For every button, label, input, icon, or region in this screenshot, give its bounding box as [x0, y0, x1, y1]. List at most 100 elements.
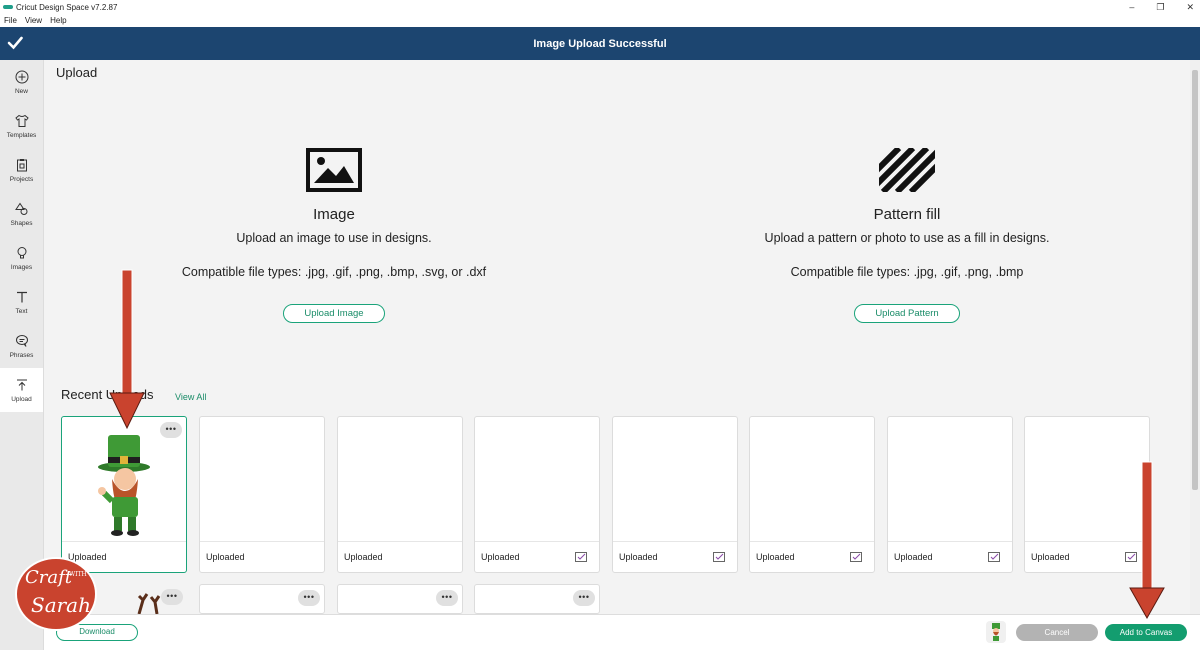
sidebar-item-templates[interactable]: Templates [0, 104, 43, 148]
tile-thumbnail [338, 417, 462, 542]
add-to-canvas-button[interactable]: Add to Canvas [1105, 624, 1187, 641]
tile-thumbnail [613, 417, 737, 542]
tile-label: Uploaded [344, 552, 383, 562]
upload-tile[interactable]: ••• [337, 584, 463, 614]
checkbox-icon[interactable] [575, 552, 587, 562]
maximize-button[interactable]: ❐ [1156, 0, 1164, 14]
sidebar-item-text[interactable]: Text [0, 280, 43, 324]
image-card-description: Upload an image to use in designs. [236, 231, 432, 245]
view-all-link[interactable]: View All [175, 392, 206, 402]
upload-tile[interactable]: ••• Uploaded [61, 416, 187, 573]
craft-with-sarah-logo: Craft WITH Sarah [15, 557, 97, 631]
checkmark-icon[interactable] [6, 34, 24, 52]
tile-label: Uploaded [894, 552, 933, 562]
recent-uploads-heading: Recent Uploads [61, 387, 154, 402]
tile-thumbnail [1025, 417, 1149, 542]
sidebar-item-label: Images [10, 263, 33, 271]
checkbox-icon[interactable] [713, 552, 725, 562]
logo-with: WITH [69, 571, 87, 578]
upload-tile[interactable]: ••• [199, 584, 325, 614]
upload-tile[interactable]: Uploaded [887, 416, 1013, 573]
menu-view[interactable]: View [25, 16, 42, 25]
tile-label: Uploaded [206, 552, 245, 562]
tile-menu-button[interactable]: ••• [160, 422, 182, 438]
text-icon [16, 291, 27, 302]
window-title: Cricut Design Space v7.2.87 [16, 2, 118, 12]
menu-bar: File View Help [0, 14, 1200, 27]
speech-bubble-icon [15, 334, 28, 347]
page-title: Upload [56, 65, 98, 80]
sidebar-item-new[interactable]: New [0, 60, 43, 104]
app-icon [3, 5, 13, 9]
bottom-action-bar: Download Cancel Add to Canvas [44, 614, 1200, 650]
sidebar-item-phrases[interactable]: Phrases [0, 324, 43, 368]
window-controls: – ❐ ✕ [1129, 0, 1194, 14]
upload-tile[interactable]: Uploaded [749, 416, 875, 573]
image-icon [306, 148, 362, 192]
tile-thumbnail [888, 417, 1012, 542]
tile-label: Uploaded [481, 552, 520, 562]
tile-thumbnail [200, 417, 324, 542]
upload-tile[interactable]: Uploaded [199, 416, 325, 573]
menu-file[interactable]: File [4, 16, 17, 25]
pattern-stripes-icon [879, 148, 935, 192]
scrollbar-thumb[interactable] [1192, 70, 1198, 490]
tile-label: Uploaded [1031, 552, 1070, 562]
pattern-card-file-types: Compatible file types: .jpg, .gif, .png,… [790, 265, 1024, 279]
upload-image-button[interactable]: Upload Image [283, 304, 385, 323]
tile-menu-button[interactable]: ••• [161, 589, 183, 605]
sidebar-item-projects[interactable]: Projects [0, 148, 43, 192]
upload-pattern-button[interactable]: Upload Pattern [854, 304, 960, 323]
tile-thumbnail [750, 417, 874, 542]
sidebar-item-label: Upload [11, 395, 32, 403]
selected-image-preview [986, 621, 1006, 643]
sidebar-item-label: New [14, 87, 28, 95]
sidebar-item-label: Text [15, 307, 28, 315]
upload-tile[interactable]: Uploaded [612, 416, 738, 573]
checkbox-icon[interactable] [988, 552, 1000, 562]
tile-menu-button[interactable]: ••• [436, 590, 458, 606]
sidebar-item-upload[interactable]: Upload [0, 368, 43, 412]
logo-line2: Sarah [31, 593, 91, 617]
close-window-button[interactable]: ✕ [1186, 0, 1194, 14]
pattern-upload-card: Pattern fill Upload a pattern or photo t… [627, 148, 1187, 323]
sidebar-item-shapes[interactable]: Shapes [0, 192, 43, 236]
shapes-icon [14, 202, 27, 215]
menu-help[interactable]: Help [50, 16, 66, 25]
upload-panel: Upload Image Upload an image to use in d… [44, 60, 1190, 614]
lightbulb-icon [17, 246, 26, 258]
banner-title: Image Upload Successful [533, 37, 667, 50]
cancel-button[interactable]: Cancel [1016, 624, 1098, 641]
tile-label: Uploaded [619, 552, 658, 562]
tile-thumbnail [475, 417, 599, 542]
vertical-scrollbar[interactable] [1190, 60, 1200, 614]
tile-menu-button[interactable]: ••• [573, 590, 595, 606]
clipboard-icon [16, 158, 27, 171]
pattern-card-title: Pattern fill [873, 206, 941, 223]
upload-tile[interactable]: Uploaded [474, 416, 600, 573]
tile-label: Uploaded [756, 552, 795, 562]
sidebar-item-label: Templates [6, 131, 37, 139]
sidebar-item-images[interactable]: Images [0, 236, 43, 280]
pattern-card-description: Upload a pattern or photo to use as a fi… [764, 231, 1050, 245]
upload-tile[interactable]: Uploaded [1024, 416, 1150, 573]
image-card-title: Image [313, 206, 355, 223]
checkbox-icon[interactable] [1125, 552, 1137, 562]
tile-menu-button[interactable]: ••• [298, 590, 320, 606]
upload-icon [16, 379, 27, 390]
sidebar-item-label: Phrases [9, 351, 34, 359]
plus-circle-icon [15, 70, 28, 83]
upload-tile[interactable]: ••• [474, 584, 600, 614]
image-upload-card: Image Upload an image to use in designs.… [54, 148, 614, 323]
image-card-file-types: Compatible file types: .jpg, .gif, .png,… [181, 265, 487, 279]
checkbox-icon[interactable] [850, 552, 862, 562]
sidebar-item-label: Shapes [10, 219, 33, 227]
leprechaun-mini-icon [992, 623, 1000, 641]
logo-line1: Craft [25, 567, 73, 588]
shirt-icon [14, 114, 29, 127]
sidebar-item-label: Projects [9, 175, 34, 183]
window-titlebar: Cricut Design Space v7.2.87 – ❐ ✕ [0, 0, 1200, 14]
minimize-button[interactable]: – [1129, 0, 1134, 14]
status-banner: Image Upload Successful [0, 27, 1200, 60]
upload-tile[interactable]: Uploaded [337, 416, 463, 573]
